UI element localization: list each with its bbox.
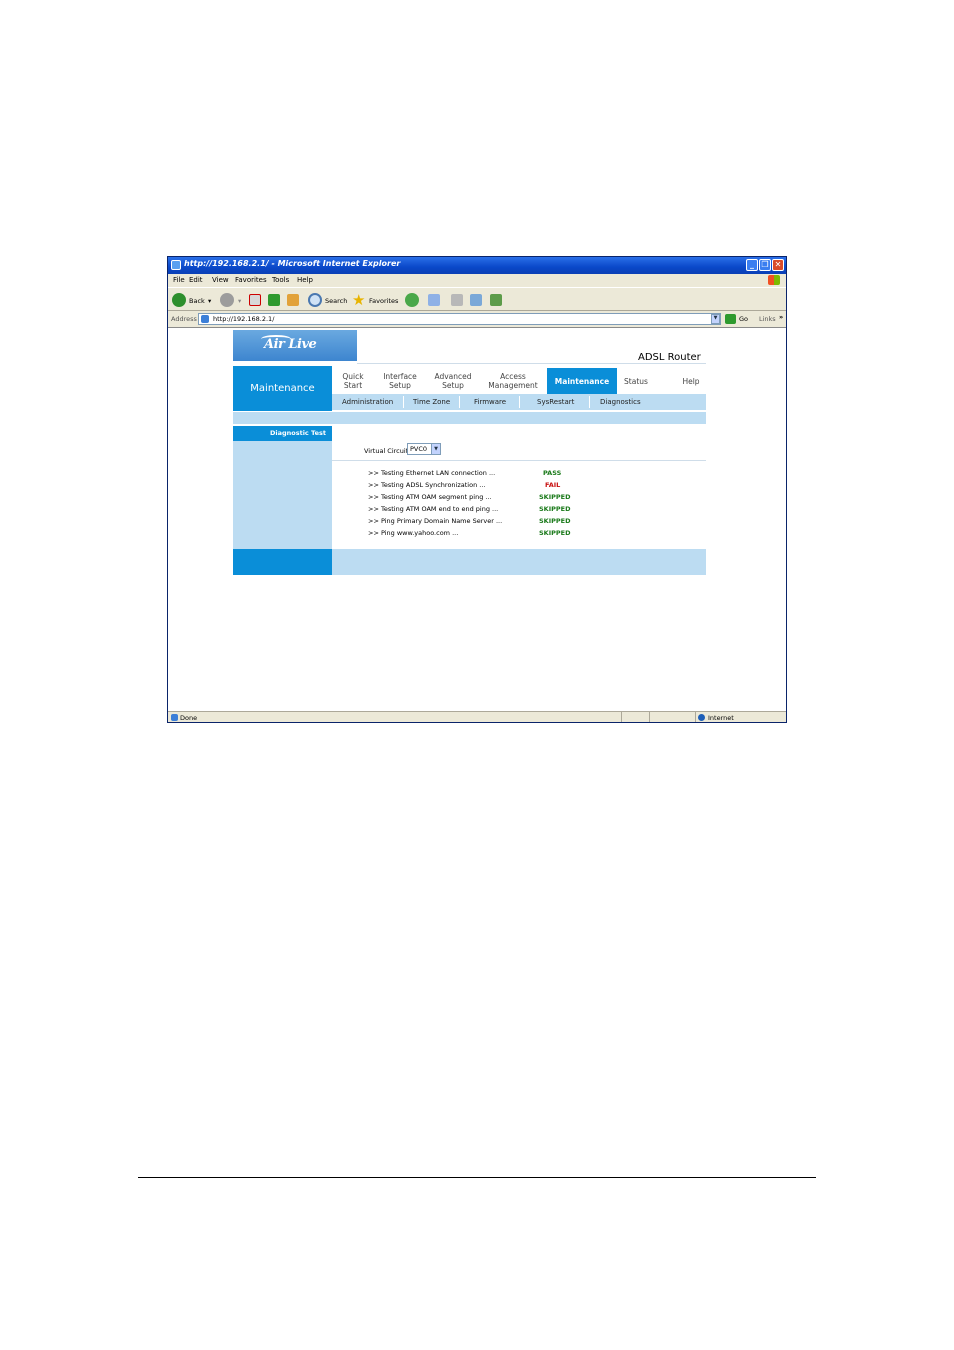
home-icon[interactable] — [287, 294, 299, 306]
status-text: Done — [180, 714, 198, 722]
divider — [357, 363, 706, 364]
tab-access-management[interactable]: Access Management — [482, 368, 544, 394]
tab-help[interactable]: Help — [676, 368, 706, 394]
minimize-button[interactable]: _ — [746, 259, 758, 271]
ie-icon — [171, 260, 181, 270]
sidebar-heading: Diagnostic Test — [233, 426, 332, 441]
divider — [332, 460, 706, 461]
toolbar: Back ▾ ▾ Search ★ Favorites — [168, 287, 786, 311]
menu-view[interactable]: View — [212, 276, 229, 284]
address-dropdown-icon[interactable]: ▼ — [711, 314, 720, 324]
restore-button[interactable]: ❐ — [759, 259, 771, 271]
menu-bar: File Edit View Favorites Tools Help — [168, 274, 786, 286]
spacer-band — [233, 412, 706, 424]
go-arrow-icon[interactable] — [725, 314, 736, 324]
subtab-administration[interactable]: Administration — [342, 398, 393, 406]
title-bar: http://192.168.2.1/ - Microsoft Internet… — [168, 257, 786, 274]
status-divider — [621, 712, 622, 722]
virtual-circuit-label: Virtual Circuit — [364, 447, 409, 455]
tab-maintenance[interactable]: Maintenance — [547, 368, 617, 394]
sidebar — [233, 426, 332, 549]
history-icon[interactable] — [405, 293, 419, 307]
test-label: >> Testing ADSL Synchronization ... — [368, 481, 486, 489]
subnav-separator — [403, 396, 404, 408]
footer-left — [233, 549, 332, 575]
window-title: http://192.168.2.1/ - Microsoft Internet… — [184, 259, 401, 268]
status-divider — [695, 712, 696, 722]
menu-tools[interactable]: Tools — [272, 276, 289, 284]
messenger-icon[interactable] — [490, 294, 502, 306]
chevron-right-icon[interactable]: » — [779, 313, 783, 321]
forward-dropdown-icon[interactable]: ▾ — [238, 297, 241, 305]
subnav-separator — [589, 396, 590, 408]
test-label: >> Testing Ethernet LAN connection ... — [368, 469, 496, 477]
footer-right — [332, 549, 706, 575]
logo-text: Air Live — [264, 337, 317, 352]
test-result-skipped: SKIPPED — [539, 517, 571, 525]
test-result-pass: PASS — [543, 469, 562, 477]
refresh-icon[interactable] — [268, 294, 280, 306]
subtab-diagnostics[interactable]: Diagnostics — [600, 398, 641, 406]
menu-file[interactable]: File — [173, 276, 185, 284]
page-viewport: Air Live ADSL Router Maintenance Quick S… — [168, 327, 786, 711]
test-label: >> Ping www.yahoo.com ... — [368, 529, 459, 537]
address-input[interactable]: http://192.168.2.1/ — [198, 313, 721, 325]
search-label[interactable]: Search — [325, 297, 347, 305]
menu-edit[interactable]: Edit — [189, 276, 203, 284]
subnav-separator — [519, 396, 520, 408]
test-result-skipped: SKIPPED — [539, 529, 571, 537]
windows-logo-icon — [768, 275, 780, 285]
links-button[interactable]: Links — [759, 315, 776, 323]
test-label: >> Ping Primary Domain Name Server ... — [368, 517, 503, 525]
address-bar: Address http://192.168.2.1/ ▼ Go Links » — [168, 312, 786, 326]
chevron-down-icon[interactable]: ▼ — [431, 444, 440, 454]
test-label: >> Testing ATM OAM end to end ping ... — [368, 505, 499, 513]
done-page-icon — [171, 714, 178, 721]
browser-window: http://192.168.2.1/ - Microsoft Internet… — [167, 256, 787, 723]
favorites-star-icon[interactable]: ★ — [352, 291, 365, 309]
subtab-time-zone[interactable]: Time Zone — [413, 398, 450, 406]
back-arrow-icon[interactable] — [172, 293, 186, 307]
close-button[interactable]: ✕ — [772, 259, 784, 271]
menu-help[interactable]: Help — [297, 276, 313, 284]
menu-favorites[interactable]: Favorites — [235, 276, 267, 284]
address-label: Address — [171, 315, 197, 323]
back-label[interactable]: Back — [189, 297, 205, 305]
tab-status[interactable]: Status — [620, 368, 652, 394]
search-icon[interactable] — [308, 293, 322, 307]
zone-text: Internet — [708, 714, 734, 722]
subtab-firmware[interactable]: Firmware — [474, 398, 506, 406]
tab-interface-setup[interactable]: Interface Setup — [376, 368, 424, 394]
subnav-separator — [459, 396, 460, 408]
product-name: ADSL Router — [638, 352, 701, 363]
test-result-fail: FAIL — [545, 481, 561, 489]
status-bar: Done Internet — [168, 711, 786, 722]
back-dropdown-icon[interactable]: ▾ — [208, 297, 211, 305]
globe-icon — [698, 714, 705, 721]
edit-icon[interactable] — [470, 294, 482, 306]
test-result-skipped: SKIPPED — [539, 505, 571, 513]
document-rule — [138, 1177, 816, 1178]
tab-advanced-setup[interactable]: Advanced Setup — [427, 368, 479, 394]
favorites-label[interactable]: Favorites — [369, 297, 398, 305]
tab-quick-start[interactable]: Quick Start — [333, 368, 373, 394]
test-label: >> Testing ATM OAM segment ping ... — [368, 493, 492, 501]
go-button[interactable]: Go — [739, 315, 748, 323]
print-icon[interactable] — [451, 294, 463, 306]
page-icon — [201, 315, 209, 323]
forward-arrow-icon[interactable] — [220, 293, 234, 307]
mail-icon[interactable] — [428, 294, 440, 306]
test-result-skipped: SKIPPED — [539, 493, 571, 501]
section-title: Maintenance — [250, 383, 315, 394]
status-divider — [649, 712, 650, 722]
airlive-logo: Air Live — [233, 330, 357, 361]
stop-icon[interactable] — [249, 294, 261, 306]
subtab-sysrestart[interactable]: SysRestart — [537, 398, 574, 406]
